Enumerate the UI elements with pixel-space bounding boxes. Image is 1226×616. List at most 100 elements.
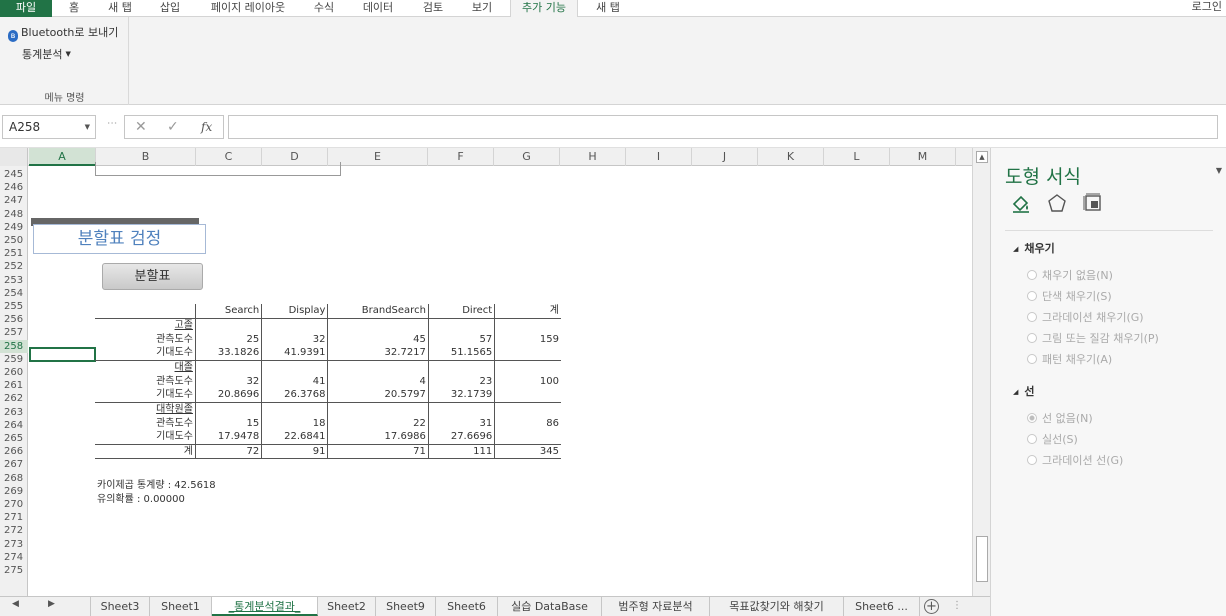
sheet-tab[interactable]: 목표값찾기와 해찾기 [710, 597, 844, 616]
sheet-tab[interactable]: Sheet6 [436, 597, 498, 616]
fill-section-header[interactable]: ◢ 채우기 [1013, 240, 1055, 256]
sheet-tab-active[interactable]: _통계분석결과_ [212, 597, 318, 616]
tab-view[interactable]: 보기 [462, 0, 502, 17]
sheet-tab[interactable]: Sheet2 [318, 597, 376, 616]
tab-new-2[interactable]: 새 탭 [586, 0, 630, 17]
sheet-title-box[interactable]: 분할표 검정 [33, 224, 206, 254]
fill-option[interactable]: 채우기 없음(N) [1027, 267, 1113, 283]
row-header[interactable]: 253 [0, 274, 28, 287]
fill-option[interactable]: 패턴 채우기(A) [1027, 351, 1112, 367]
column-header[interactable]: E [328, 148, 428, 166]
row-header[interactable]: 265 [0, 432, 28, 445]
row-header[interactable]: 262 [0, 392, 28, 405]
row-header[interactable]: 256 [0, 313, 28, 326]
insert-function-icon[interactable]: fx [201, 116, 212, 138]
column-header[interactable]: L [824, 148, 890, 166]
row-header[interactable]: 252 [0, 260, 28, 273]
line-option[interactable]: 그라데이션 선(G) [1027, 452, 1123, 468]
row-header[interactable]: 255 [0, 300, 28, 313]
fill-option[interactable]: 그림 또는 질감 채우기(P) [1027, 330, 1159, 346]
formula-input[interactable] [228, 115, 1218, 139]
scroll-left-icon[interactable]: ◀ [12, 599, 19, 609]
resize-handle-icon[interactable]: ⋮ [106, 118, 117, 128]
row-header[interactable]: 250 [0, 234, 28, 247]
chevron-down-icon[interactable]: ▼ [1216, 166, 1222, 175]
scroll-right-icon[interactable]: ▶ [48, 599, 55, 609]
row-header[interactable]: 257 [0, 326, 28, 339]
row-header[interactable]: 263 [0, 406, 28, 419]
login-link[interactable]: 로그인 [1192, 0, 1222, 14]
tab-insert[interactable]: 삽입 [148, 0, 192, 17]
scroll-up-icon[interactable]: ▲ [976, 151, 988, 163]
row-header[interactable]: 275 [0, 564, 28, 577]
row-header[interactable]: 260 [0, 366, 28, 379]
tab-formulas[interactable]: 수식 [304, 0, 344, 17]
row-header[interactable]: 247 [0, 194, 28, 207]
shape-fragment[interactable] [95, 162, 341, 176]
row-header[interactable]: 274 [0, 551, 28, 564]
row-header[interactable]: 246 [0, 181, 28, 194]
size-properties-icon[interactable] [1081, 192, 1105, 216]
sheet-tab[interactable]: 범주형 자료분석 [602, 597, 710, 616]
row-header[interactable]: 254 [0, 287, 28, 300]
column-header[interactable]: G [494, 148, 560, 166]
row-header[interactable]: 270 [0, 498, 28, 511]
worksheet-grid[interactable]: A B C D E F G H I J K L M 245 246 247 248 24… [0, 148, 972, 596]
row-header[interactable]: 249 [0, 221, 28, 234]
vertical-scrollbar[interactable]: ▲ [972, 148, 990, 596]
tab-add-ins[interactable]: 추가 기능 [510, 0, 578, 18]
chevron-down-icon[interactable]: ▼ [85, 116, 90, 138]
column-header[interactable]: M [890, 148, 956, 166]
tab-page-layout[interactable]: 페이지 레이아웃 [198, 0, 298, 17]
column-header[interactable]: F [428, 148, 494, 166]
bluetooth-send-button[interactable]: ʙ Bluetooth로 보내기 [8, 24, 118, 42]
row-header[interactable]: 261 [0, 379, 28, 392]
column-header[interactable]: A [29, 148, 96, 166]
scroll-thumb[interactable] [976, 536, 988, 582]
cancel-icon[interactable]: ✕ [135, 116, 147, 138]
row-header[interactable]: 271 [0, 511, 28, 524]
paint-bucket-icon[interactable] [1009, 192, 1033, 216]
row-header[interactable]: 273 [0, 538, 28, 551]
column-header[interactable]: J [692, 148, 758, 166]
row-header[interactable]: 264 [0, 419, 28, 432]
enter-icon[interactable]: ✓ [167, 116, 179, 138]
row-header[interactable]: 268 [0, 472, 28, 485]
fill-option[interactable]: 단색 채우기(S) [1027, 288, 1112, 304]
tab-new-1[interactable]: 새 탭 [100, 0, 140, 17]
row-header[interactable]: 258 [0, 339, 28, 353]
tab-review[interactable]: 검토 [410, 0, 456, 17]
line-section-header[interactable]: ◢ 선 [1013, 383, 1035, 399]
fill-option[interactable]: 그라데이션 채우기(G) [1027, 309, 1144, 325]
stats-menu-button[interactable]: 통계분석 ▼ [22, 46, 71, 62]
tab-home[interactable]: 홈 [56, 0, 92, 17]
cell-area[interactable]: 분할표 검정 분할표 Search Display BrandSearch Di… [29, 162, 972, 596]
column-header[interactable]: I [626, 148, 692, 166]
row-header[interactable]: 259 [0, 353, 28, 366]
row-header[interactable]: 245 [0, 168, 28, 181]
more-tabs-icon[interactable]: ⋮ [952, 600, 962, 611]
sheet-tab[interactable]: Sheet6 ... [844, 597, 920, 616]
plus-circle-icon[interactable]: + [924, 599, 939, 614]
column-header[interactable]: H [560, 148, 626, 166]
selected-cell[interactable] [29, 347, 96, 362]
line-option[interactable]: 선 없음(N) [1027, 410, 1093, 426]
name-box[interactable]: A258 ▼ [2, 115, 96, 139]
select-all-corner[interactable] [0, 148, 28, 166]
row-header[interactable]: 272 [0, 524, 28, 537]
tab-data[interactable]: 데이터 [352, 0, 404, 17]
column-header[interactable]: K [758, 148, 824, 166]
sheet-tab[interactable]: 실습 DataBase [498, 597, 602, 616]
sheet-tab[interactable]: Sheet3 [90, 597, 150, 616]
contingency-table-button[interactable]: 분할표 [102, 263, 203, 290]
line-option[interactable]: 실선(S) [1027, 431, 1078, 447]
pentagon-icon[interactable] [1045, 192, 1069, 216]
row-header[interactable]: 266 [0, 445, 28, 458]
sheet-tab[interactable]: Sheet9 [376, 597, 436, 616]
row-header[interactable]: 267 [0, 458, 28, 471]
row-header[interactable]: 269 [0, 485, 28, 498]
row-header[interactable]: 248 [0, 208, 28, 221]
sheet-tab[interactable]: Sheet1 [150, 597, 212, 616]
tab-file[interactable]: 파일 [0, 0, 52, 17]
row-header[interactable]: 251 [0, 247, 28, 260]
